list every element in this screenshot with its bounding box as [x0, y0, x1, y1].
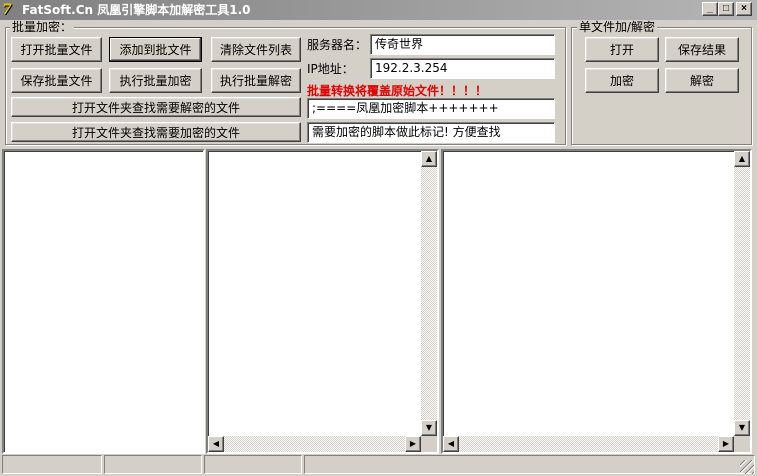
- open-folder-decrypt-button[interactable]: 打开文件夹查找需要解密的文件: [11, 97, 301, 117]
- app-logo-icon: 7: [2, 2, 12, 18]
- scroll-up-arrow-icon[interactable]: ▲: [421, 151, 437, 167]
- result-vertical-scrollbar[interactable]: ▲ ▼: [734, 151, 750, 436]
- save-result-button[interactable]: 保存结果: [665, 37, 739, 62]
- server-name-label: 服务器名：: [307, 38, 368, 52]
- marker-hint-input[interactable]: 需要加密的脚本做此标记! 方便查找: [307, 122, 555, 143]
- open-folder-encrypt-button[interactable]: 打开文件夹查找需要加密的文件: [11, 122, 301, 142]
- resize-grip-icon[interactable]: [740, 460, 754, 474]
- title-bar[interactable]: 7 FatSoft.Cn 凤凰引擎脚本加解密工具1.0 _ □ ×: [0, 0, 757, 20]
- scroll-right-arrow-icon[interactable]: ▶: [405, 436, 421, 452]
- scroll-corner: [734, 436, 750, 452]
- open-batch-file-button[interactable]: 打开批量文件: [11, 37, 102, 62]
- scroll-left-arrow-icon[interactable]: ◀: [443, 436, 459, 452]
- add-to-batch-button[interactable]: 添加到批文件: [109, 37, 202, 62]
- source-vertical-scrollbar[interactable]: ▲ ▼: [421, 151, 437, 436]
- scroll-right-arrow-icon[interactable]: ▶: [718, 436, 734, 452]
- status-bar-segment: [204, 455, 302, 474]
- status-bar-segment: [304, 455, 755, 474]
- server-name-input[interactable]: 传奇世界: [370, 34, 555, 55]
- run-batch-encrypt-button[interactable]: 执行批量加密: [109, 68, 202, 93]
- batch-group-legend: 批量加密：: [10, 20, 75, 34]
- run-batch-decrypt-button[interactable]: 执行批量解密: [211, 68, 301, 93]
- clear-file-list-button[interactable]: 清除文件列表: [211, 37, 301, 62]
- result-text-pane[interactable]: ▲ ▼ ◀ ▶: [441, 149, 752, 454]
- scroll-up-arrow-icon[interactable]: ▲: [734, 151, 750, 167]
- decrypt-single-button[interactable]: 解密: [665, 68, 739, 93]
- minimize-button[interactable]: _: [702, 2, 718, 16]
- status-bar-segment: [104, 455, 202, 474]
- ip-address-label: IP地址：: [307, 62, 354, 76]
- save-batch-file-button[interactable]: 保存批量文件: [11, 68, 102, 93]
- scroll-down-arrow-icon[interactable]: ▼: [734, 420, 750, 436]
- source-horizontal-scrollbar[interactable]: ◀ ▶: [208, 436, 421, 452]
- single-group-legend: 单文件加/解密: [577, 20, 658, 34]
- window-title: FatSoft.Cn 凤凰引擎脚本加解密工具1.0: [22, 3, 251, 17]
- result-horizontal-scrollbar[interactable]: ◀ ▶: [443, 436, 734, 452]
- open-single-button[interactable]: 打开: [585, 37, 659, 62]
- encrypt-marker-input[interactable]: ;====凤凰加密脚本+++++++: [307, 98, 555, 119]
- scroll-down-arrow-icon[interactable]: ▼: [421, 420, 437, 436]
- source-text-pane[interactable]: ▲ ▼ ◀ ▶: [206, 149, 439, 454]
- scroll-corner: [421, 436, 437, 452]
- status-bar-segment: [2, 455, 102, 474]
- scroll-left-arrow-icon[interactable]: ◀: [208, 436, 224, 452]
- file-list-pane[interactable]: [2, 149, 205, 454]
- ip-address-input[interactable]: 192.2.3.254: [370, 58, 555, 79]
- maximize-button[interactable]: □: [718, 2, 734, 16]
- close-button[interactable]: ×: [736, 2, 752, 16]
- encrypt-single-button[interactable]: 加密: [585, 68, 659, 93]
